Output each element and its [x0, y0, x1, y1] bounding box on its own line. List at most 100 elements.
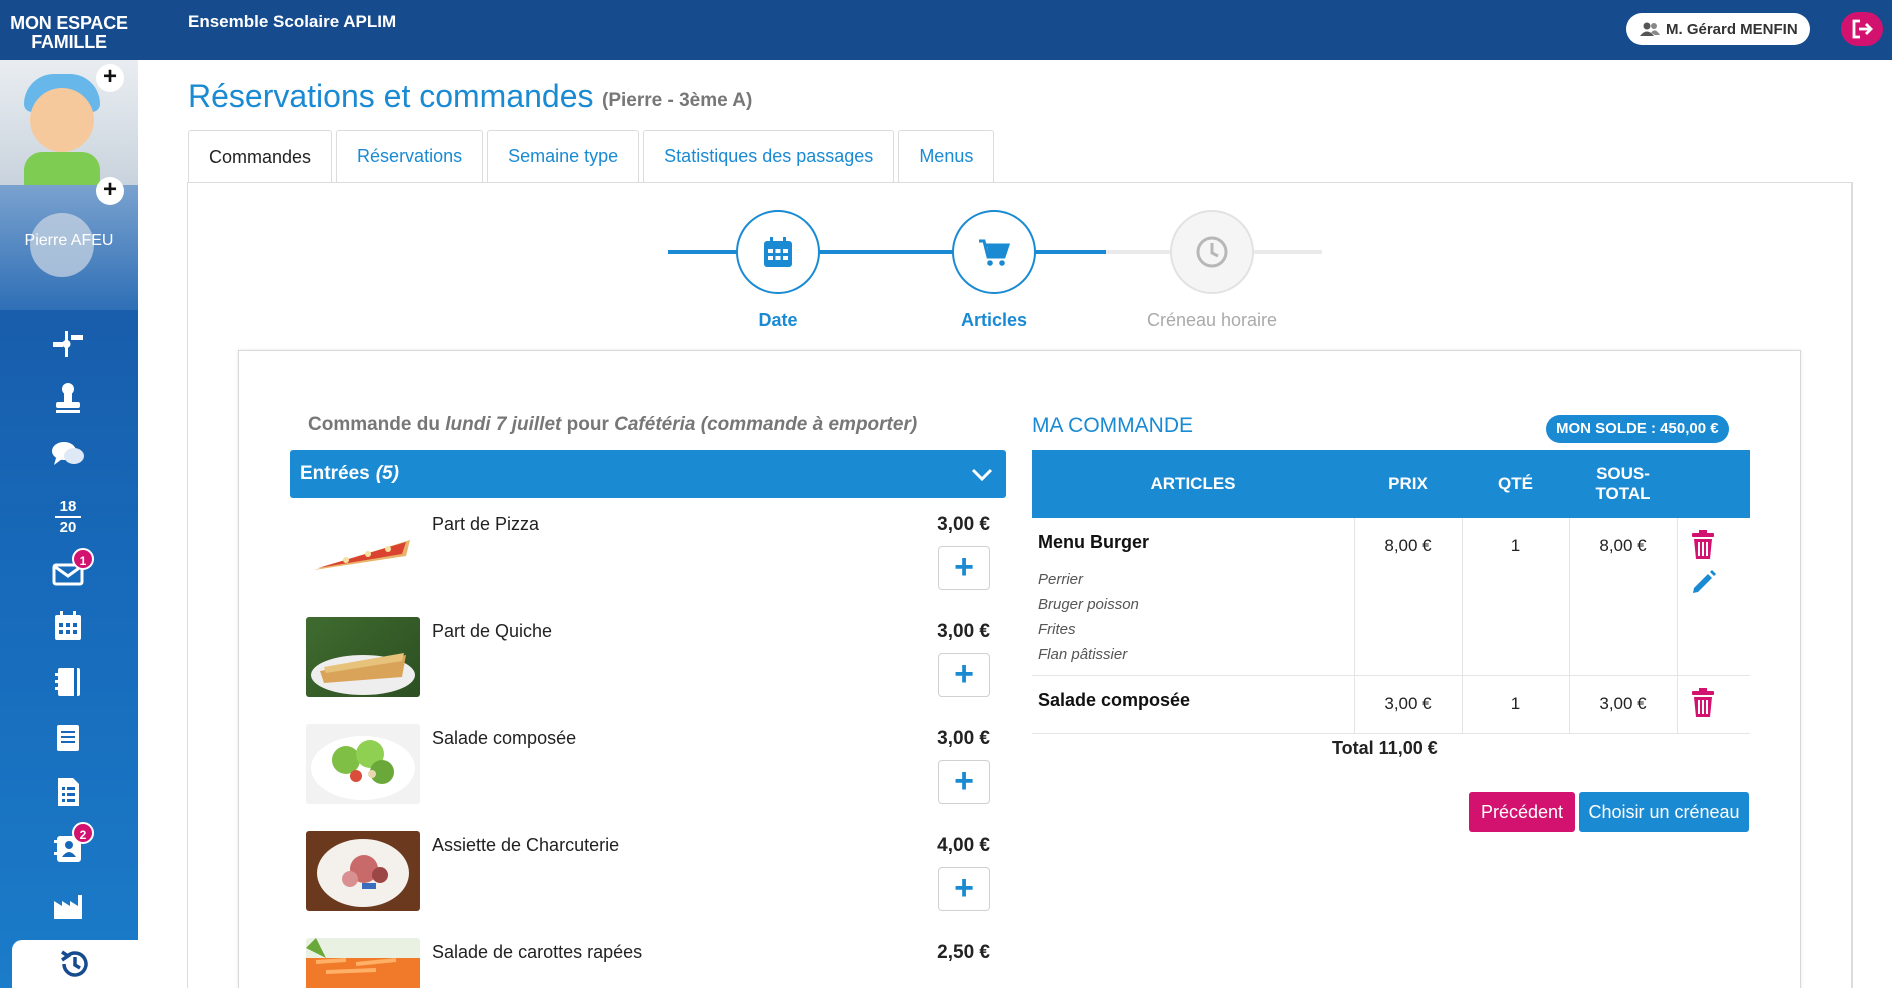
quiche-image: [306, 617, 420, 697]
calendar-icon: [764, 237, 792, 267]
add-child-icon[interactable]: +: [96, 64, 124, 92]
col-qte: QTÉ: [1462, 450, 1569, 518]
avatar-shirt: [24, 152, 100, 185]
add-item-button[interactable]: +: [938, 760, 990, 804]
step-creneau: [1170, 210, 1254, 294]
cart-article-cell: Menu Burger Perrier Bruger poisson Frite…: [1032, 518, 1354, 676]
mail-badge: 1: [72, 548, 94, 570]
col-actions: [1677, 450, 1750, 518]
grades-bottom: 20: [59, 519, 77, 536]
cart-option: Perrier: [1038, 571, 1084, 588]
cart-icon: [979, 239, 1011, 266]
calendar-icon[interactable]: [46, 608, 90, 644]
edit-button[interactable]: [1690, 568, 1718, 596]
table-row: Salade composée 3,00 € 1 3,00 €: [1032, 675, 1750, 734]
add-item-button[interactable]: +: [938, 546, 990, 590]
tab-statistiques[interactable]: Statistiques des passages: [643, 130, 895, 182]
step-articles[interactable]: [952, 210, 1036, 294]
delete-button[interactable]: [1690, 688, 1716, 718]
order-heading: Commande du lundi 7 juillet pour Cafétér…: [308, 414, 917, 436]
cart-option: Frites: [1038, 621, 1076, 638]
grades-icon[interactable]: 18 20: [46, 492, 90, 542]
col-articles: ARTICLES: [1032, 450, 1354, 518]
cart-article-name: Salade composée: [1038, 690, 1191, 710]
chat-icon[interactable]: [46, 436, 90, 472]
list-item: Part de Pizza 3,00 € +: [306, 500, 990, 600]
item-name: Part de Pizza: [432, 514, 540, 534]
tab-commandes[interactable]: Commandes: [188, 130, 333, 183]
add-item-button[interactable]: +: [938, 653, 990, 697]
avatar: [30, 88, 94, 152]
table-row: Menu Burger Perrier Bruger poisson Frite…: [1032, 518, 1750, 676]
item-name: Salade composée: [432, 728, 577, 748]
cart-price: 8,00 €: [1353, 518, 1462, 676]
pizza-image: [306, 510, 420, 590]
stamp-icon[interactable]: [46, 380, 90, 416]
list-item: Assiette de Charcuterie 4,00 € +: [306, 821, 990, 921]
trash-icon: [1691, 688, 1714, 717]
notebook-icon[interactable]: [46, 664, 90, 700]
sidebar: MON ESPACE FAMILLE + + Pierre AFEU 18 20…: [0, 0, 138, 988]
order-middle: pour: [566, 414, 609, 435]
order-prefix: Commande du: [308, 414, 440, 435]
table-header-row: ARTICLES PRIX QTÉ SOUS- TOTAL: [1032, 450, 1750, 518]
order-date: lundi 7 juillet: [445, 414, 562, 435]
user-menu[interactable]: M. Gérard MENFIN: [1626, 13, 1810, 45]
previous-button[interactable]: Précédent: [1469, 792, 1575, 832]
step-label-creneau: Créneau horaire: [1146, 310, 1278, 330]
item-price: 3,00 €: [937, 514, 990, 535]
stepper-line-active: [668, 250, 1106, 254]
divider: [55, 516, 81, 518]
factory-icon[interactable]: [46, 888, 90, 924]
cart-title: MA COMMANDE: [1032, 414, 1194, 437]
list-item: Salade composée 3,00 € +: [306, 714, 990, 814]
child-avatar-card[interactable]: +: [0, 60, 138, 185]
list-item: Salade de carottes rapées 2,50 €: [306, 928, 990, 988]
col-prix: PRIX: [1354, 450, 1462, 518]
brand-line-1: MON ESPACE: [10, 13, 128, 33]
tab-bar: Commandes Réservations Semaine type Stat…: [188, 130, 995, 183]
history-icon: [61, 950, 88, 977]
pencil-icon: [1692, 570, 1716, 593]
cart-actions: [1676, 675, 1750, 734]
salad-image: [306, 724, 420, 804]
brand-line-2: FAMILLE: [31, 32, 107, 52]
category-count: (5): [375, 463, 399, 484]
history-button[interactable]: [12, 940, 138, 988]
item-price: 4,00 €: [937, 835, 990, 856]
top-bar: Ensemble Scolaire APLIM M. Gérard MENFIN: [138, 0, 1892, 60]
book-icon[interactable]: [46, 720, 90, 756]
item-price: 2,50 €: [937, 942, 990, 963]
tab-menus[interactable]: Menus: [898, 130, 995, 182]
cart-qty: 1: [1461, 518, 1569, 676]
users-icon: [1640, 22, 1660, 36]
chevron-down-icon: [971, 468, 993, 482]
order-place: Cafétéria (commande à emporter): [614, 414, 918, 435]
cart-subtotal: 8,00 €: [1568, 518, 1677, 676]
delete-button[interactable]: [1690, 530, 1716, 560]
add-item-button[interactable]: +: [938, 867, 990, 911]
step-label-date: Date: [758, 310, 798, 330]
add-profile-icon[interactable]: +: [96, 177, 124, 205]
charcuterie-image: [306, 831, 420, 911]
logout-button[interactable]: [1841, 12, 1883, 46]
contacts-badge: 2: [72, 822, 94, 844]
carrot-image: [306, 938, 420, 988]
document-list-icon[interactable]: [46, 774, 90, 810]
logout-icon: [1852, 19, 1873, 39]
step-date[interactable]: [736, 210, 820, 294]
cart-article-name: Menu Burger: [1038, 532, 1150, 552]
mail-icon[interactable]: 1: [46, 548, 94, 592]
category-accordion[interactable]: Entrées (5): [290, 450, 1006, 498]
tab-semaine-type[interactable]: Semaine type: [487, 130, 640, 182]
step-label-articles: Articles: [960, 310, 1028, 330]
item-price: 3,00 €: [937, 728, 990, 749]
brand-logo[interactable]: MON ESPACE FAMILLE: [0, 0, 138, 60]
choose-slot-button[interactable]: Choisir un créneau: [1579, 792, 1749, 832]
tab-reservations[interactable]: Réservations: [336, 130, 484, 182]
cart-article-cell: Salade composée: [1032, 675, 1354, 734]
timeline-icon[interactable]: [46, 326, 90, 362]
item-name: Salade de carottes rapées: [432, 942, 643, 962]
list-item: Part de Quiche 3,00 € +: [306, 607, 990, 707]
contacts-icon[interactable]: 2: [46, 822, 94, 866]
